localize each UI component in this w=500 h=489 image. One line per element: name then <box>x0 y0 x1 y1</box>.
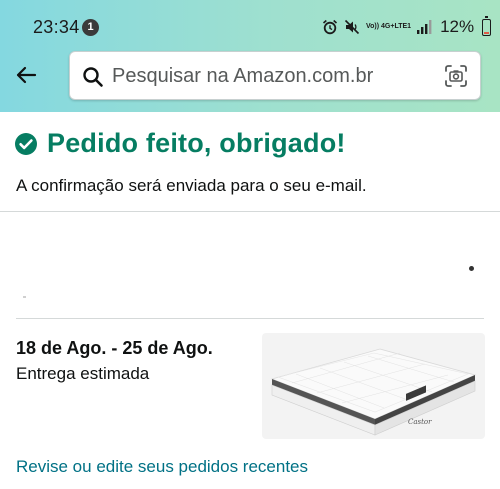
network-type-indicator: Vo)) 4G+ LTE1 <box>366 23 411 31</box>
delivery-estimate-label: Entrega estimada <box>16 364 150 383</box>
signal-icon <box>417 20 432 34</box>
notification-count-badge: 1 <box>82 19 99 36</box>
confirmation-subtitle: A confirmação será enviada para o seu e-… <box>16 176 367 195</box>
product-image-mattress[interactable]: Castor <box>262 333 485 439</box>
order-confirmation-heading: Pedido feito, obrigado! <box>14 128 346 159</box>
network-type-top: Vo)) 4G+ <box>366 23 395 30</box>
section-divider <box>0 211 500 212</box>
review-orders-link[interactable]: Revise ou edite seus pedidos recentes <box>16 457 308 477</box>
image-placeholder-dot <box>469 266 474 271</box>
search-input[interactable] <box>112 61 432 91</box>
camera-search-icon[interactable] <box>444 64 468 88</box>
search-bar[interactable] <box>69 51 481 100</box>
network-type-bottom: LTE1 <box>394 23 412 30</box>
back-arrow-icon <box>16 66 37 84</box>
delivery-divider <box>16 318 484 319</box>
mute-icon <box>344 19 360 35</box>
alarm-icon <box>322 19 338 35</box>
battery-icon <box>482 15 492 36</box>
check-circle-icon <box>15 132 37 155</box>
mattress-image: Castor <box>270 348 477 436</box>
image-placeholder-dot <box>23 296 26 298</box>
battery-percent: 12% <box>440 17 475 36</box>
back-button[interactable] <box>8 57 44 93</box>
search-icon[interactable] <box>81 65 105 89</box>
product-brand-text: Castor <box>408 418 432 426</box>
app-header: 23:34 1 Vo)) 4G+ LTE1 12% Pesquisar na A… <box>0 0 500 112</box>
status-icons: Vo)) 4G+ LTE1 12% <box>322 14 492 40</box>
status-time: 23:34 <box>33 17 80 37</box>
delivery-dates: 18 de Ago. - 25 de Ago. <box>16 338 213 358</box>
battery-level-fill <box>484 31 490 34</box>
status-bar: 23:34 1 Vo)) 4G+ LTE1 12% <box>0 0 500 50</box>
confirmation-title: Pedido feito, obrigado! <box>47 128 346 158</box>
